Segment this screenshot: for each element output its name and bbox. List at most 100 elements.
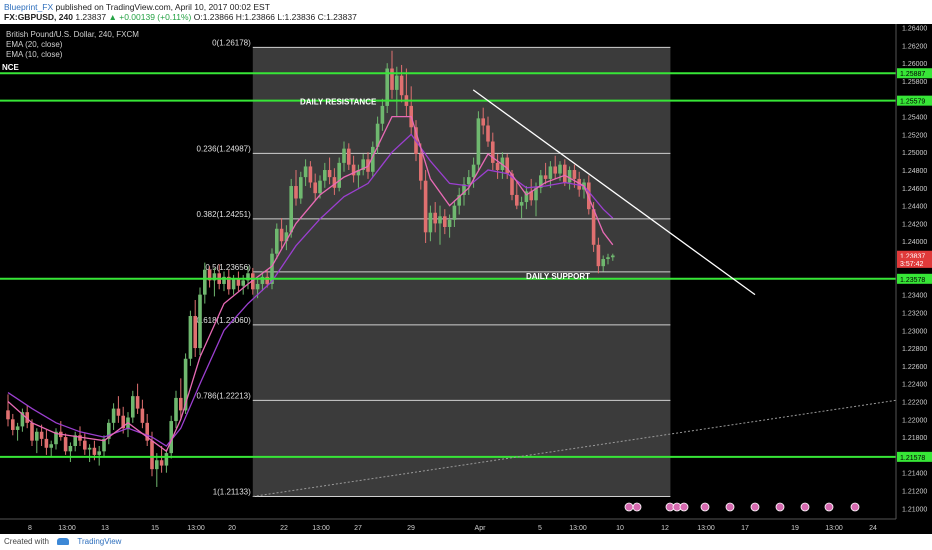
candle-body [347,148,351,165]
economic-event-icon [679,502,689,512]
candle-body [63,437,68,452]
chart-legend: British Pound/U.S. Dollar, 240, FXCM EMA… [6,30,139,60]
candle-body [443,216,447,227]
candle-body [30,422,34,441]
candle-body [78,435,82,441]
economic-event-icon [775,502,785,512]
publisher-link[interactable]: Blueprint_FX [4,2,53,12]
price-tick-label: 1.26000 [902,61,927,68]
candle-body [567,170,572,183]
price-tag-label: 1.25579 [900,99,925,106]
candle-body [6,410,10,420]
time-tick-label: 13:00 [187,525,205,532]
candle-body [558,164,562,174]
candle-body [303,166,308,178]
economic-event-icon [624,502,634,512]
price-tick-label: 1.23200 [902,310,927,317]
time-tick-label: 13 [101,525,109,532]
candle-body [419,153,423,181]
created-with-text: Created with [4,537,49,546]
candle-body [596,244,601,267]
fib-label-0.5: 0.5(1.23656) [205,263,251,272]
candle-body [131,396,135,418]
candle-body [164,453,169,466]
time-tick-label: 15 [151,525,159,532]
candlestick-chart[interactable]: 0(1.26178) 0.236(1.24987) 0.382(1.24251) 0.… [0,24,932,534]
candle-body [342,148,346,163]
candle-body [563,164,567,183]
candle-body [15,426,20,430]
candle-body [275,228,279,254]
price-tick-label: 1.22200 [902,399,927,406]
candle-body [97,451,101,455]
time-tick-label: 13:00 [825,525,843,532]
candle-body [447,219,452,227]
candle-body [44,438,49,448]
candle-body [135,396,140,409]
symbol-label: FX:GBPUSD, 240 [4,12,73,22]
candle-body [505,157,509,174]
time-tick-label: 13:00 [312,525,330,532]
price-tick-label: 1.25200 [902,132,927,139]
ema20-legend[interactable]: EMA (20, close) [6,40,139,50]
economic-event-icon [725,502,735,512]
price-tag-label: 1.23578 [900,277,925,284]
chart-area[interactable]: 0(1.26178) 0.236(1.24987) 0.382(1.24251) 0.… [0,24,932,534]
candle-body [548,166,553,179]
candle-body [543,175,548,179]
economic-event-icon [750,502,760,512]
header-line-2: FX:GBPUSD, 240 1.23837 ▲ +0.00139 (+0.11… [4,12,928,22]
candle-body [601,259,605,267]
header-line-1: Blueprint_FX published on TradingView.co… [4,2,928,12]
price-tick-label: 1.23000 [902,328,927,335]
candle-body [140,408,145,423]
economic-event-icon [700,502,710,512]
tradingview-link[interactable]: TradingView [77,537,121,546]
candle-body [39,431,44,439]
candle-body [486,125,490,142]
price-tick-label: 1.21800 [902,435,927,442]
price-tick-label: 1.21000 [902,506,927,513]
daily-resistance-label: DAILY RESISTANCE [300,98,377,107]
candle-body [476,118,481,165]
candle-body [11,419,15,430]
candle-body [83,440,87,450]
candle-body [188,316,193,359]
time-tick-label: 19 [791,525,799,532]
candle-body [491,141,495,163]
candle-body [198,294,202,349]
ema10-legend[interactable]: EMA (10, close) [6,50,139,60]
candle-body [241,280,245,286]
tradingview-logo-icon [57,538,70,546]
price-tick-label: 1.22800 [902,346,927,353]
candle-body [515,194,519,206]
time-tick-label: 13:00 [58,525,76,532]
candle-body [279,228,284,242]
price-tick-label: 1.22400 [902,382,927,389]
candle-body [289,186,293,233]
time-tick-label: 27 [354,525,362,532]
time-tick-label: 5 [538,525,542,532]
candle-body [116,408,121,416]
candle-body [591,209,596,245]
candle-body [150,440,154,470]
fib-label-0.786: 0.786(1.22213) [197,391,252,400]
ohlc-values: O:1.23866 H:1.23866 L:1.23836 C:1.23837 [193,12,357,22]
time-tick-label: 13:00 [697,525,715,532]
economic-event-icon [632,502,642,512]
fib-label-0.382: 0.382(1.24251) [197,210,252,219]
fib-label-0.236: 0.236(1.24987) [197,144,252,153]
price-tick-label: 1.24200 [902,221,927,228]
candle-body [255,283,260,290]
candle-body [313,182,317,194]
candle-body [294,186,298,199]
candle-body [467,177,471,185]
candle-body [380,105,385,124]
time-tick-label: 24 [869,525,877,532]
price-change: ▲ +0.00139 (+0.11%) [108,12,192,22]
price-tick-label: 1.25800 [902,79,927,86]
candle-body [572,170,577,179]
candle-body [438,216,442,224]
time-tick-label: 12 [661,525,669,532]
candle-body [553,166,557,174]
